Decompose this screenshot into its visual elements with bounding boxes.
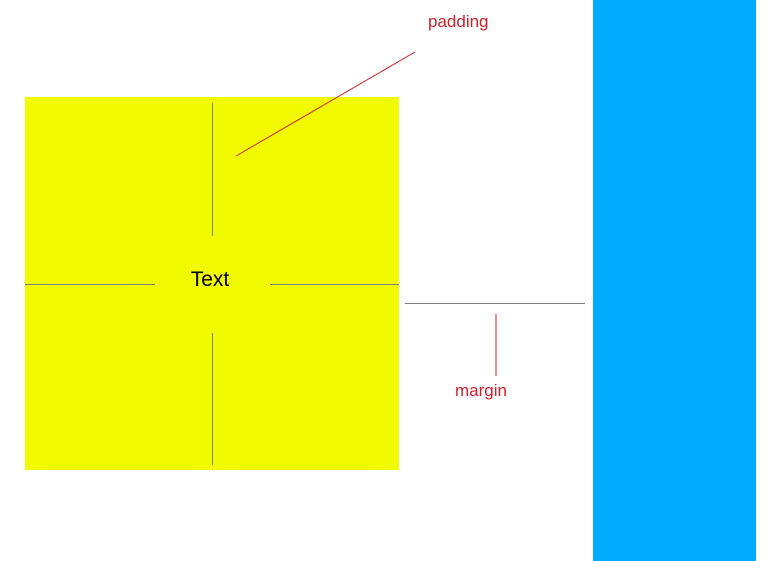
margin-label: margin — [455, 381, 507, 400]
padding-guide-top — [212, 103, 213, 236]
padding-guide-right — [270, 284, 399, 285]
padding-guide-left — [25, 284, 155, 285]
content-text: Text — [190, 268, 230, 291]
padding-label: padding — [428, 12, 489, 31]
padding-guide-bottom — [212, 333, 213, 465]
neighbor-box — [593, 0, 756, 561]
margin-guide — [405, 303, 585, 304]
